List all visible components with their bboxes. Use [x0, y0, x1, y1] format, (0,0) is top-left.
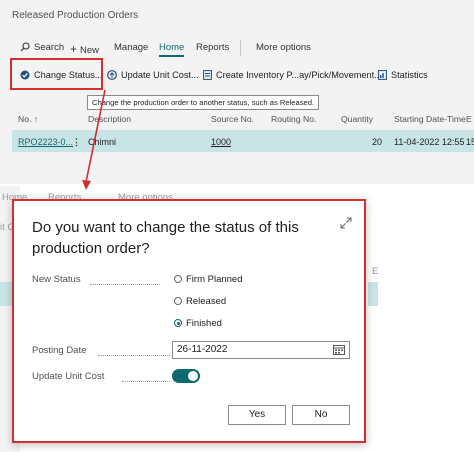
- row-ending: 15: [466, 137, 474, 147]
- radio-firm-planned[interactable]: Firm Planned: [174, 274, 243, 285]
- create-inventory-button[interactable]: Create Inventory P...ay/Pick/Movement...: [203, 70, 382, 80]
- home-tab[interactable]: Home: [159, 42, 185, 57]
- change-status-tooltip: Change the production order to another s…: [87, 95, 320, 110]
- column-header-ending[interactable]: E: [466, 114, 472, 124]
- change-status-dialog: Do you want to change the status of this…: [12, 199, 366, 443]
- column-header-quantity[interactable]: Quantity: [341, 114, 373, 124]
- row-no-link[interactable]: RPO2223-0...: [18, 137, 73, 147]
- radio-finished[interactable]: Finished: [174, 318, 222, 329]
- column-header-starting[interactable]: Starting Date-Time: [394, 114, 466, 124]
- new-label: New: [80, 45, 100, 56]
- new-status-label: New Status: [32, 274, 81, 285]
- statistics-icon: [378, 70, 387, 80]
- radio-circle: [174, 297, 182, 305]
- dialog-title: Do you want to change the status of this…: [32, 219, 299, 257]
- search-button[interactable]: Search: [20, 42, 64, 53]
- no-button[interactable]: No: [292, 405, 350, 425]
- toggle-knob: [188, 371, 198, 381]
- column-header-description[interactable]: Description: [88, 114, 131, 124]
- production-orders-page: Released Production Orders Search + New M…: [0, 0, 474, 184]
- radio-label: Released: [186, 296, 227, 307]
- row-description: Chimni: [88, 137, 117, 147]
- cost-icon: [107, 70, 117, 80]
- label-leader: [98, 355, 170, 356]
- create-inventory-label: Create Inventory P...ay/Pick/Movement...: [216, 70, 382, 80]
- change-status-highlight: [10, 58, 103, 90]
- update-unit-cost-button[interactable]: Update Unit Cost...: [107, 70, 199, 80]
- update-unit-cost-label: Update Unit Cost: [32, 371, 105, 382]
- more-options-tab[interactable]: More options: [256, 42, 311, 53]
- yes-button[interactable]: Yes: [228, 405, 286, 425]
- update-unit-cost-label: Update Unit Cost...: [121, 70, 199, 80]
- label-leader: [122, 381, 170, 382]
- column-header-no[interactable]: No. ↑: [18, 114, 38, 124]
- posting-date-input[interactable]: 26-11-2022: [172, 341, 350, 359]
- calendar-icon[interactable]: [333, 344, 345, 355]
- new-button[interactable]: + New: [70, 42, 99, 56]
- posting-date-label: Posting Date: [32, 345, 87, 356]
- reports-tab[interactable]: Reports: [196, 42, 229, 53]
- menu-divider: [240, 40, 241, 56]
- search-icon: [20, 42, 30, 52]
- column-header-routing-no[interactable]: Routing No.: [271, 114, 316, 124]
- expand-icon[interactable]: [340, 217, 352, 229]
- column-header-source-no[interactable]: Source No.: [211, 114, 254, 124]
- page-title: Released Production Orders: [12, 10, 139, 21]
- bg-row-fragment-left: [0, 282, 12, 306]
- update-unit-cost-toggle[interactable]: [172, 369, 200, 383]
- radio-circle-selected: [174, 319, 182, 327]
- radio-circle: [174, 275, 182, 283]
- row-source-no[interactable]: 1000: [211, 137, 231, 147]
- row-starting: 11-04-2022 12:55: [394, 137, 465, 147]
- bg-row-fragment-right: [368, 282, 378, 306]
- row-menu-icon[interactable]: ⋮: [72, 137, 81, 148]
- manage-tab[interactable]: Manage: [114, 42, 148, 53]
- radio-label: Finished: [186, 318, 222, 329]
- search-label: Search: [34, 42, 65, 53]
- label-leader: [90, 284, 160, 285]
- plus-icon: +: [70, 42, 78, 56]
- bg-column-fragment: E: [372, 266, 379, 277]
- document-icon: [203, 70, 212, 80]
- row-quantity: 20: [372, 137, 383, 147]
- radio-label: Firm Planned: [186, 274, 243, 285]
- radio-released[interactable]: Released: [174, 296, 226, 307]
- statistics-label: Statistics: [391, 70, 428, 80]
- statistics-button[interactable]: Statistics: [378, 70, 428, 80]
